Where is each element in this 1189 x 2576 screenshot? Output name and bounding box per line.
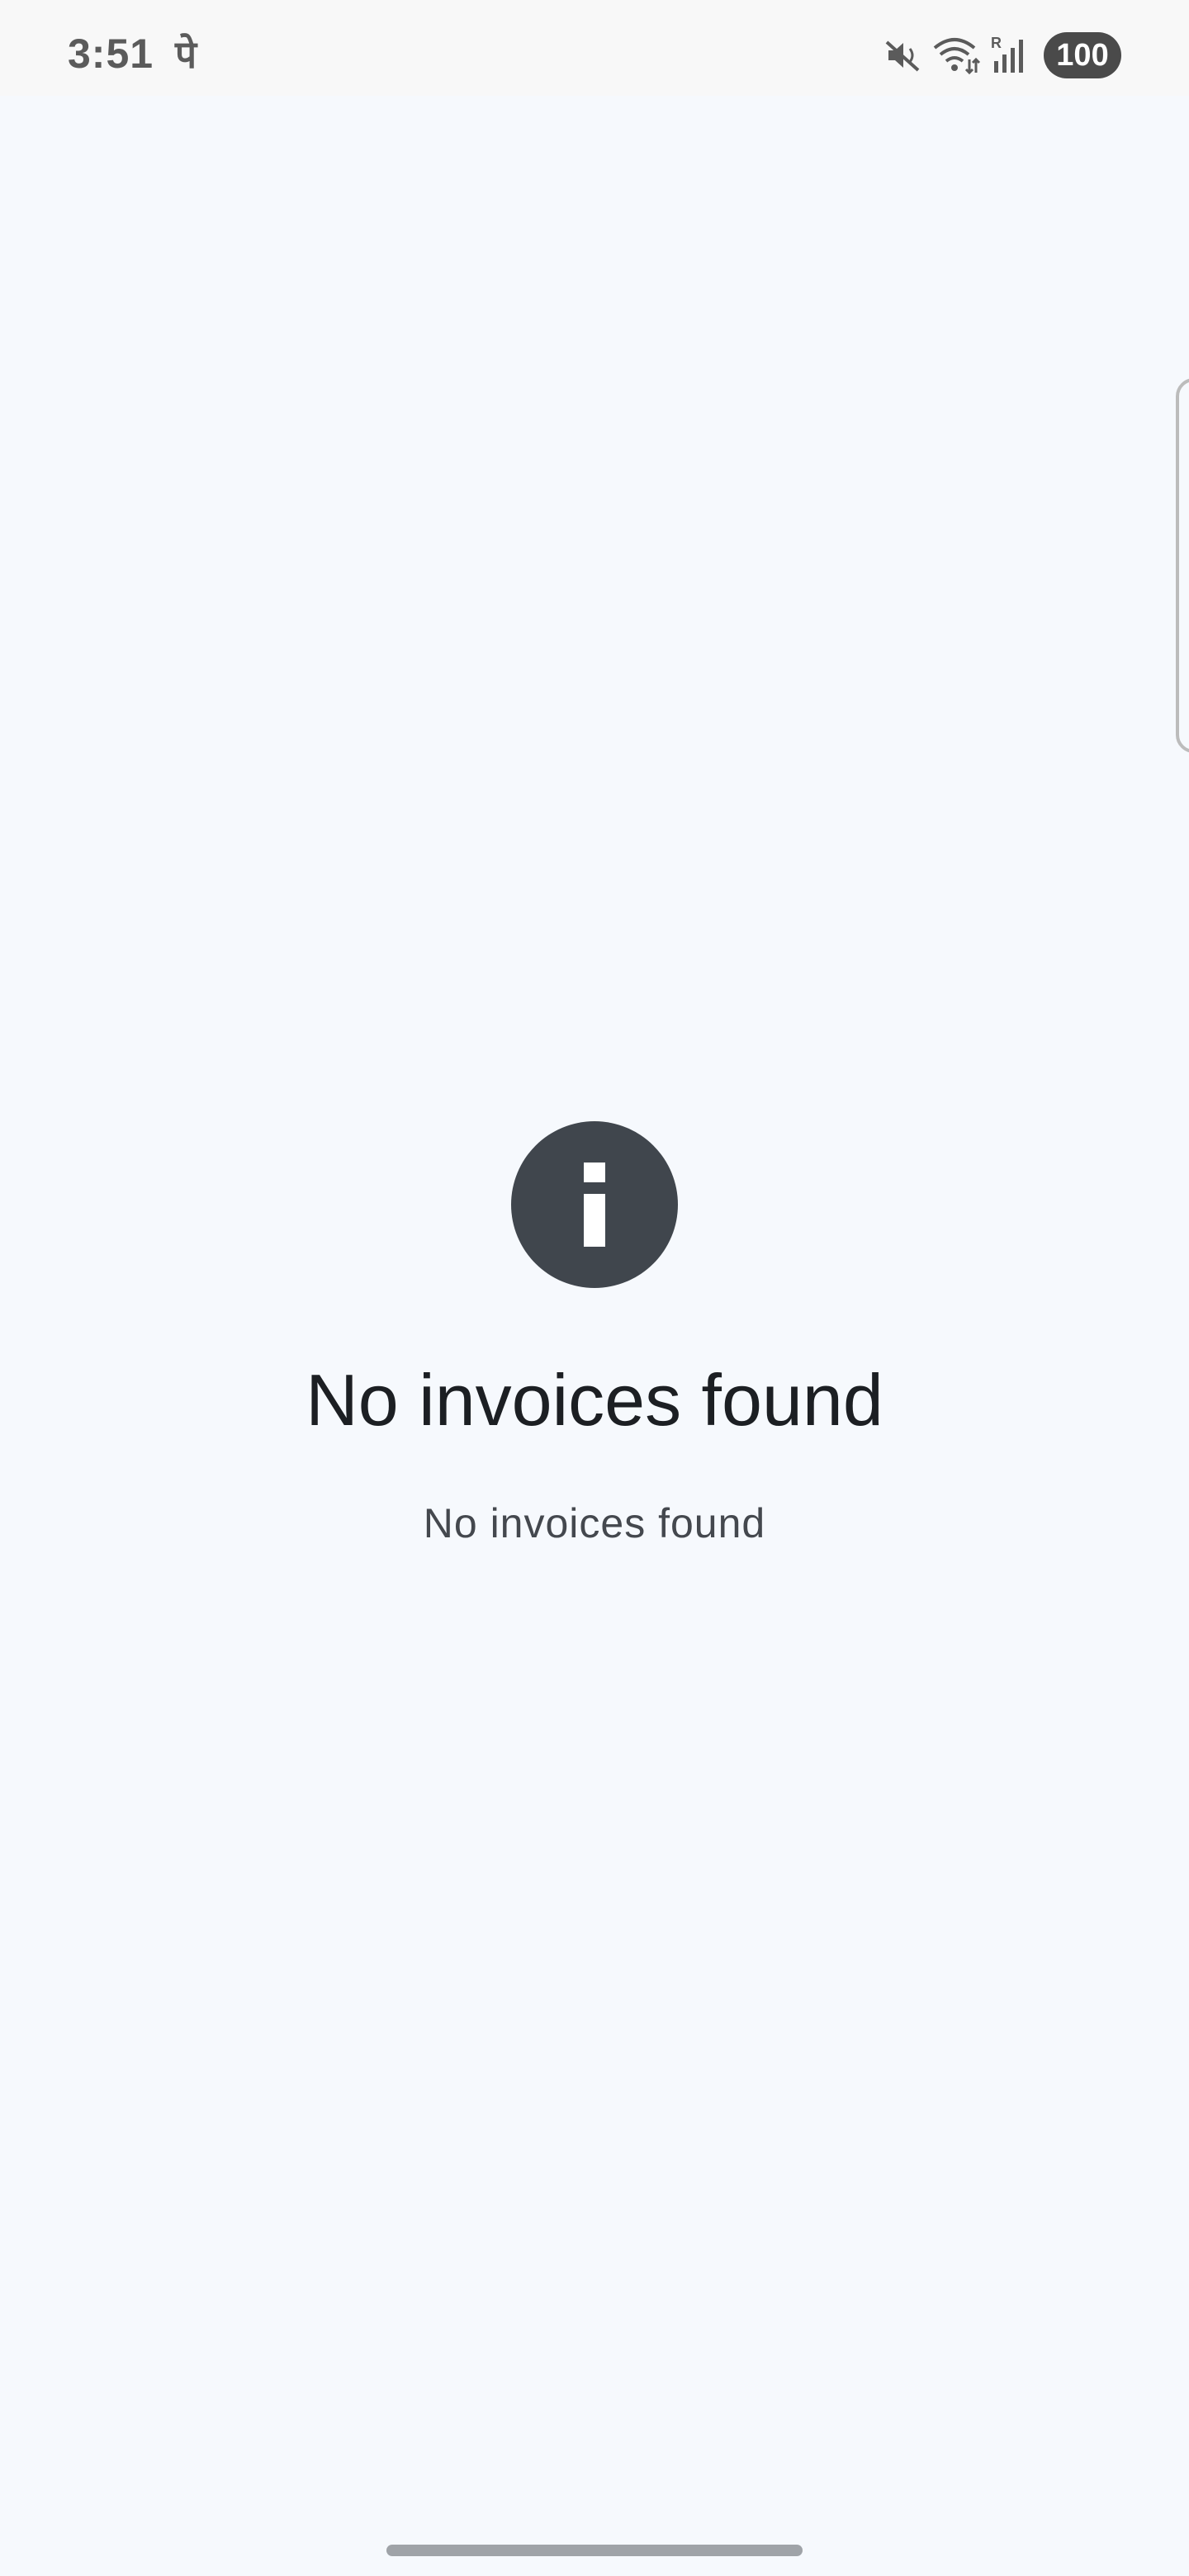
app-screen: 3:51 पे R 100 No invoices found No invoi… [0, 0, 1189, 2576]
info-icon-stem [584, 1194, 605, 1247]
status-icons: R 100 [883, 31, 1121, 79]
svg-text:R: R [991, 35, 1002, 51]
gesture-navigation-bar[interactable] [386, 2545, 803, 2556]
status-time: 3:51 [68, 31, 154, 77]
battery-indicator: 100 [1044, 32, 1121, 78]
empty-state: No invoices found No invoices found [0, 1121, 1189, 1548]
signal-icon: R [989, 35, 1029, 76]
empty-state-title: No invoices found [306, 1359, 883, 1441]
info-icon [511, 1121, 678, 1288]
status-bar: 3:51 पे R 100 [0, 0, 1189, 96]
info-icon-dot [584, 1163, 605, 1182]
empty-state-subtitle: No invoices found [423, 1499, 766, 1546]
mute-icon [883, 36, 923, 75]
edge-panel-handle[interactable] [1176, 378, 1189, 753]
notification-icon: पे [175, 32, 197, 77]
wifi-icon [931, 35, 981, 76]
